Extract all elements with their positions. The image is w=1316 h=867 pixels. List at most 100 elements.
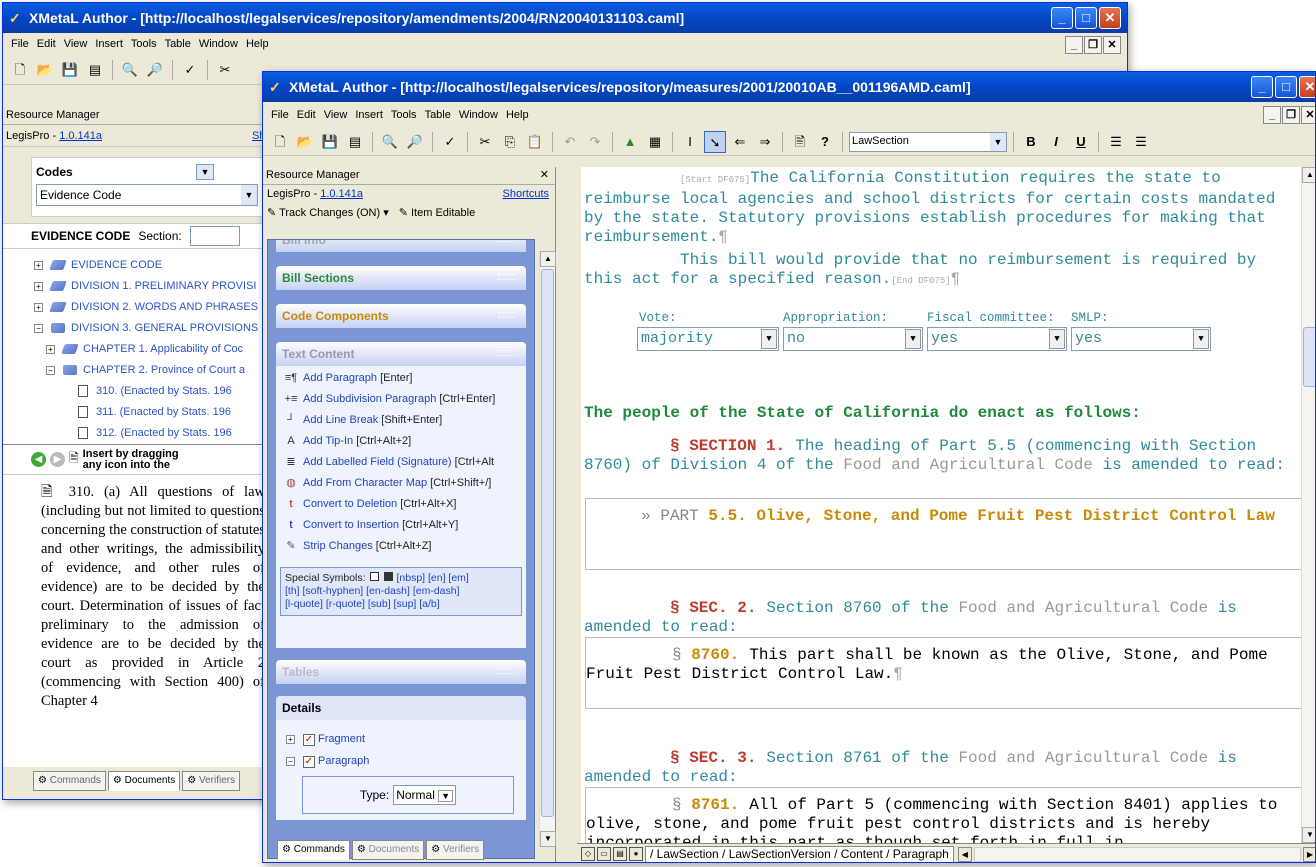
section-3[interactable]: § SEC. 3. Section 8761 of the Food and Ag… [584,749,1304,787]
section-8761-box[interactable]: § 8761. All of Part 5 (commencing with Se… [585,787,1312,843]
smlp-select[interactable]: yes ▼ [1071,327,1211,351]
tree-item[interactable]: − DIVISION 3. GENERAL PROVISIONS [34,318,265,339]
tree-item[interactable]: 310. (Enacted by Stats. 196 [34,381,265,402]
mdi-minimize-button[interactable]: _ [1263,106,1281,124]
copy-icon[interactable]: ⎘ [499,131,521,153]
insert-table-icon[interactable]: ▦ [644,131,666,153]
details-header[interactable]: Details [276,696,526,720]
tags-on-icon[interactable]: ➘ [704,130,726,153]
tags-view-icon[interactable]: ◇ [581,847,595,861]
back-window-titlebar[interactable]: ✓ XMetaL Author - [http://localhost/lega… [3,3,1127,33]
chevron-down-icon[interactable]: ▼ [761,329,777,349]
command-item[interactable]: +≡ Add Subdivision Paragraph [Ctrl+Enter] [276,389,526,410]
paragraph-1[interactable]: [Start DF075]The California Constitution… [584,169,1304,247]
scroll-right-icon[interactable]: ▶ [1303,846,1315,862]
menu-tools[interactable]: Tools [387,109,421,121]
scroll-up-icon[interactable]: ▲ [1302,167,1315,183]
details-paragraph-item[interactable]: − ✓ Paragraph [286,750,526,772]
command-item[interactable]: ◍ Add From Character Map [Ctrl+Shift+/] [276,473,526,494]
mdi-restore-button[interactable]: ❐ [1084,36,1102,54]
cut-icon[interactable]: ✂ [214,59,236,81]
legispro-version-link[interactable]: 1.0.141a [59,130,102,142]
bulleted-list-icon[interactable]: ☰ [1130,131,1152,153]
save-all-icon[interactable]: ▤ [84,59,106,81]
tree-item[interactable]: + DIVISION 2. WORDS AND PHRASES [34,297,265,318]
find-icon[interactable]: 🔍 [119,59,141,81]
chevron-down-icon[interactable]: ▼ [1193,329,1209,349]
bill-sections-header[interactable]: Bill Sections [276,266,526,290]
front-window[interactable]: ✓ XMetaL Author - [http://localhost/lega… [262,71,1316,863]
tree-item[interactable]: + DIVISION 1. PRELIMINARY PROVISI [34,276,265,297]
back-arrow-icon[interactable]: ◀ [31,452,46,467]
special-symbols-row2[interactable]: [th] [soft-hyphen] [en-dash] [em-dash] [285,585,460,597]
chevron-down-icon[interactable]: ▼ [1049,329,1065,349]
type-select[interactable]: Normal ▼ [393,785,457,805]
forward-arrow-icon[interactable]: ▶ [50,452,65,467]
fiscal-committee-select[interactable]: yes ▼ [927,327,1067,351]
paragraph-2[interactable]: This bill would provide that no reimburs… [584,251,1304,291]
element-path[interactable]: / LawSection / LawSectionVersion / Conte… [645,845,954,862]
find-next-icon[interactable]: 🔎 [404,131,426,153]
special-symbols-row3[interactable]: [l-quote] [r-quote] [sub] [sup] [a/b] [285,598,440,610]
scroll-thumb[interactable] [541,269,554,817]
part-heading-box[interactable]: » PART 5.5. Olive, Stone, and Pome Fruit… [585,498,1312,570]
find-next-icon[interactable]: 🔎 [144,59,166,81]
codes-dropdown[interactable]: ▼ [196,164,214,180]
find-icon[interactable]: 🔍 [379,131,401,153]
underline-icon[interactable]: U [1070,131,1092,153]
menu-table[interactable]: Table [161,38,195,50]
mdi-minimize-button[interactable]: _ [1065,36,1083,54]
legispro-version-link[interactable]: 1.0.141a [320,188,363,200]
tree-item[interactable]: 311. (Enacted by Stats. 196 [34,402,265,423]
new-icon[interactable]: 🗋 [269,131,291,153]
tree-item[interactable]: + EVIDENCE CODE [34,255,265,276]
bold-icon[interactable]: B [1020,131,1042,153]
tab-documents[interactable]: ⚙ Documents [107,771,181,791]
menu-file[interactable]: File [267,109,293,121]
menu-view[interactable]: View [320,109,352,121]
command-item[interactable]: t Convert to Insertion [Ctrl+Alt+Y] [276,515,526,536]
menu-view[interactable]: View [60,38,92,50]
appropriation-select[interactable]: no ▼ [783,327,923,351]
special-symbols-row1[interactable]: [nbsp] [en] [em] [396,572,468,584]
menu-file[interactable]: File [7,38,33,50]
scroll-thumb[interactable] [1303,327,1315,387]
menu-insert[interactable]: Insert [91,38,127,50]
document-scrollbar[interactable]: ▲ ▼ [1301,167,1315,843]
section-input[interactable] [189,226,240,246]
scroll-down-icon[interactable]: ▼ [1302,827,1315,843]
plain-view-icon[interactable]: ▤ [613,847,627,861]
expand-icon[interactable]: + [46,344,55,354]
tab-verifiers[interactable]: ⚙ Verifiers [182,771,241,791]
item-editable-button[interactable]: ✎ Item Editable [399,203,475,223]
undo-icon[interactable]: ↶ [559,131,581,153]
tree-item[interactable]: + CHAPTER 1. Applicability of Coc [34,339,265,360]
save-all-icon[interactable]: ▤ [344,131,366,153]
mdi-close-button[interactable]: ✕ [1103,36,1121,54]
save-icon[interactable]: 💾 [59,59,81,81]
maximize-button[interactable]: □ [1275,76,1297,98]
command-item[interactable]: ≣ Add Labelled Field (Signature) [Ctrl+Al… [276,452,526,473]
redo-icon[interactable]: ↷ [584,131,606,153]
spellcheck-icon[interactable]: ✓ [439,131,461,153]
tables-header[interactable]: Tables [276,660,526,684]
italic-icon[interactable]: I [1045,131,1067,153]
task-pane-scrollbar[interactable]: ▲ ▼ [539,251,556,847]
mdi-close-button[interactable]: ✕ [1301,106,1315,124]
browser-view-icon[interactable]: ● [629,847,643,861]
help-icon[interactable]: ? [814,131,836,153]
numbered-list-icon[interactable]: ☰ [1105,131,1127,153]
enacting-clause[interactable]: The people of the State of California do… [584,404,1141,423]
tab-commands[interactable]: ⚙ Commands [33,771,106,791]
tab-verifiers[interactable]: ⚙ Verifiers [426,840,485,860]
back-icon[interactable]: ⇐ [729,131,751,153]
codes-select[interactable]: Evidence Code ▼ [36,184,258,206]
text-content-header[interactable]: Text Content [276,342,526,366]
filled-box-icon[interactable] [384,572,394,581]
code-components-header[interactable]: Code Components [276,304,526,328]
track-changes-button[interactable]: ✎ Track Changes (ON) ▾ [267,203,389,223]
section-1[interactable]: § SECTION 1. The heading of Part 5.5 (com… [584,437,1304,475]
empty-box-icon[interactable] [370,572,380,581]
collapse-icon[interactable]: − [34,323,43,333]
menu-edit[interactable]: Edit [33,38,60,50]
